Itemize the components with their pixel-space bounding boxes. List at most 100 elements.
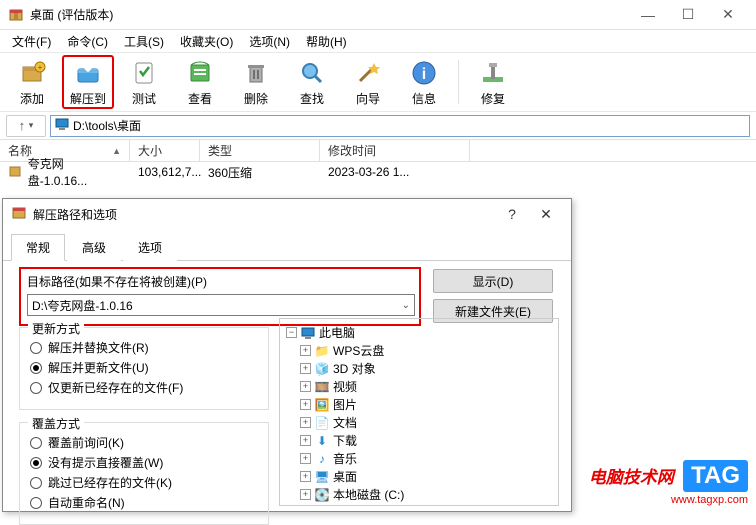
extract-label: 解压到 [70,90,106,107]
disk-icon: 💽 [315,488,329,502]
tree-node-dl: +⬇下载 [300,432,554,449]
window-title: 桌面 (评估版本) [30,6,628,23]
watermark-line1: 电脑技术网 [589,468,674,487]
update-mode-group: 更新方式 解压并替换文件(R) 解压并更新文件(U) 仅更新已经存在的文件(F) [19,327,269,410]
radio-fresh[interactable]: 仅更新已经存在的文件(F) [30,379,258,396]
menu-opt[interactable]: 选项(N) [243,31,296,52]
video-icon: 🎞️ [315,380,329,394]
dialog-title: 解压路径和选项 [33,206,495,223]
extract-to-button[interactable]: 解压到 [62,55,114,109]
tree-node-pic: +🖼️图片 [300,396,554,413]
wizard-button[interactable]: 向导 [342,55,394,109]
col-date[interactable]: 修改时间 [320,140,470,162]
row-name: 夸克网盘-1.0.16... [28,155,122,189]
path-text: D:\tools\桌面 [73,117,141,134]
desktop-icon: 🖥 [315,470,329,484]
test-button[interactable]: 测试 [118,55,170,109]
dialog-help-button[interactable]: ? [495,200,529,228]
add-button[interactable]: + 添加 [6,55,58,109]
overwrite-group-title: 覆盖方式 [28,415,84,432]
menu-cmd[interactable]: 命令(C) [61,31,114,52]
winrar-icon [11,205,27,224]
radio-replace[interactable]: 解压并替换文件(R) [30,339,258,356]
test-label: 测试 [132,90,156,107]
toolbar-separator [458,60,459,104]
pc-icon [301,326,315,340]
disk-icon: 💽 [315,506,329,507]
radio-overwrite[interactable]: 没有提示直接覆盖(W) [30,454,258,471]
tree-node-ddisk: −💽软件 (D:) [300,504,554,506]
tab-general[interactable]: 常规 [11,234,65,261]
repair-label: 修复 [481,90,505,107]
wizard-label: 向导 [356,90,380,107]
dialog-titlebar: 解压路径和选项 ? ✕ [3,199,571,229]
radio-update[interactable]: 解压并更新文件(U) [30,359,258,376]
svg-text:+: + [38,63,43,72]
close-button[interactable]: ✕ [708,0,748,30]
tab-advanced[interactable]: 高级 [67,234,121,261]
folder-tree[interactable]: −此电脑 +📁WPS云盘 +🧊3D 对象 +🎞️视频 +🖼️图片 +📄文档 +⬇… [279,318,559,506]
view-icon [185,58,215,88]
add-label: 添加 [20,90,44,107]
view-label: 查看 [188,90,212,107]
monitor-icon [55,117,69,134]
watermark-tag: TAG [683,460,748,492]
menu-fav[interactable]: 收藏夹(O) [174,31,239,52]
destination-path-combo[interactable]: D:\夸克网盘-1.0.16 ⌄ [27,294,415,316]
radio-rename[interactable]: 自动重命名(N) [30,494,258,511]
delete-icon [241,58,271,88]
folder-icon: 📁 [315,344,329,358]
tree-node-doc: +📄文档 [300,414,554,431]
find-button[interactable]: 查找 [286,55,338,109]
minimize-button[interactable]: — [628,0,668,30]
tree-node-3d: +🧊3D 对象 [300,360,554,377]
show-button[interactable]: 显示(D) [433,269,553,293]
menubar: 文件(F) 命令(C) 工具(S) 收藏夹(O) 选项(N) 帮助(H) [0,30,756,52]
info-icon: i [409,58,439,88]
menu-file[interactable]: 文件(F) [6,31,57,52]
repair-icon [478,58,508,88]
table-row[interactable]: 夸克网盘-1.0.16... 103,612,7... 360压缩 2023-0… [0,162,756,182]
update-group-title: 更新方式 [28,320,84,337]
menu-tool[interactable]: 工具(S) [118,31,170,52]
main-titlebar: 桌面 (评估版本) — ☐ ✕ [0,0,756,30]
download-icon: ⬇ [315,434,329,448]
radio-ask[interactable]: 覆盖前询问(K) [30,434,258,451]
nav-row: ↑ ▾ D:\tools\桌面 [0,112,756,140]
delete-label: 删除 [244,90,268,107]
menu-help[interactable]: 帮助(H) [300,31,353,52]
up-button[interactable]: ↑ ▾ [6,115,46,137]
radio-skip[interactable]: 跳过已经存在的文件(K) [30,474,258,491]
tree-node-desk: +🖥桌面 [300,468,554,485]
cube-icon: 🧊 [315,362,329,376]
watermark: 电脑技术网 TAG www.tagxp.com [589,460,748,506]
col-type[interactable]: 类型 [200,140,320,162]
winrar-icon [8,7,24,23]
path-label: 目标路径(如果不存在将被创建)(P) [27,273,413,290]
toolbar: + 添加 解压到 测试 查看 删除 查找 向导 i 信息 修复 [0,52,756,112]
picture-icon: 🖼️ [315,398,329,412]
tab-options[interactable]: 选项 [123,234,177,261]
extract-icon [73,58,103,88]
info-label: 信息 [412,90,436,107]
chevron-down-icon: ⌄ [402,300,410,311]
tree-node-music: +♪音乐 [300,450,554,467]
row-size: 103,612,7... [130,165,200,179]
svg-text:i: i [422,66,426,83]
find-icon [297,58,327,88]
delete-button[interactable]: 删除 [230,55,282,109]
tree-node-cdisk: +💽本地磁盘 (C:) [300,486,554,503]
info-button[interactable]: i 信息 [398,55,450,109]
path-box[interactable]: D:\tools\桌面 [50,115,750,137]
music-icon: ♪ [315,452,329,466]
test-icon [129,58,159,88]
maximize-button[interactable]: ☐ [668,0,708,30]
dialog-close-button[interactable]: ✕ [529,200,563,228]
add-icon: + [17,58,47,88]
repair-button[interactable]: 修复 [467,55,519,109]
wizard-icon [353,58,383,88]
extract-dialog: 解压路径和选项 ? ✕ 常规 高级 选项 目标路径(如果不存在将被创建)(P) … [2,198,572,512]
col-size[interactable]: 大小 [130,140,200,162]
watermark-line2: www.tagxp.com [671,494,748,506]
view-button[interactable]: 查看 [174,55,226,109]
